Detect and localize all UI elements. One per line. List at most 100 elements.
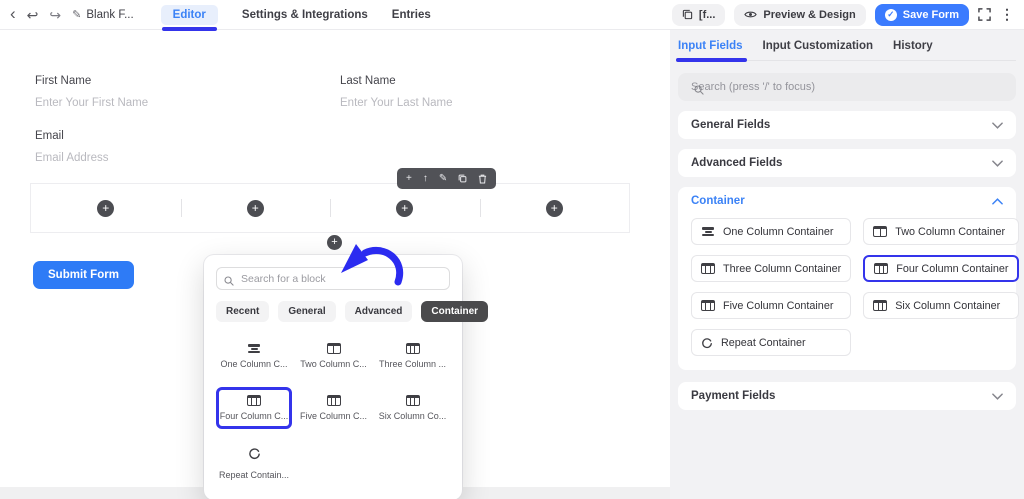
section-advanced-fields: Advanced Fields xyxy=(678,149,1016,177)
item-four-column-container[interactable]: Four Column Container xyxy=(863,255,1020,282)
section-container: Container One Column Container Two Colum… xyxy=(678,187,1020,370)
field-label: Last Name xyxy=(340,75,396,87)
category-container[interactable]: Container xyxy=(421,301,489,322)
category-general[interactable]: General xyxy=(278,301,336,322)
tab-editor[interactable]: Editor xyxy=(160,4,218,31)
chevron-up-icon xyxy=(992,197,1003,205)
chevron-down-icon xyxy=(992,392,1003,400)
block-grid: One Column C... Two Column C... Three Co… xyxy=(216,335,450,488)
preview-design-label: Preview & Design xyxy=(763,8,856,21)
delete-icon[interactable] xyxy=(478,174,487,184)
redo-icon[interactable]: ↪ xyxy=(49,8,61,22)
add-field-icon[interactable]: + xyxy=(97,199,115,217)
one-column-icon xyxy=(247,343,261,354)
copy-icon xyxy=(682,9,693,20)
one-column-icon xyxy=(701,226,715,237)
tab-history[interactable]: History xyxy=(893,40,933,52)
container-column-2: + xyxy=(180,184,331,232)
field-placeholder: Enter Your First Name xyxy=(35,97,149,109)
field-email[interactable]: Email Email Address xyxy=(35,130,305,164)
item-six-column-container[interactable]: Six Column Container xyxy=(863,292,1020,319)
container-column-3: + xyxy=(330,184,480,232)
top-toolbar: ‹ ↩ ↪ ✎ Blank F... Editor Settings & Int… xyxy=(0,0,1024,31)
four-column-container-row: + + + + xyxy=(30,183,630,233)
edit-title-icon[interactable]: ✎ xyxy=(72,8,81,21)
add-icon[interactable]: + xyxy=(406,173,412,184)
submit-form-button[interactable]: Submit Form xyxy=(33,261,134,289)
eye-icon xyxy=(744,11,758,18)
general-fields-header[interactable]: General Fields xyxy=(691,111,1003,139)
block-three-column[interactable]: Three Column ... xyxy=(375,335,450,377)
chevron-down-icon xyxy=(992,121,1003,129)
container-hover-toolbar: + ↑ ✎ xyxy=(397,168,497,189)
block-four-column[interactable]: Four Column C... xyxy=(216,387,293,429)
more-options-icon[interactable]: ⋮ xyxy=(1000,6,1014,23)
block-six-column[interactable]: Six Column Co... xyxy=(375,387,450,429)
tab-input-customization[interactable]: Input Customization xyxy=(763,40,874,52)
shortcode-button[interactable]: [f... xyxy=(671,3,726,26)
container-column-1: + xyxy=(31,184,181,232)
move-up-icon[interactable]: ↑ xyxy=(423,173,428,184)
three-column-icon xyxy=(701,263,715,274)
item-three-column-container[interactable]: Three Column Container xyxy=(691,255,852,282)
container-header[interactable]: Container xyxy=(691,187,1003,215)
item-repeat-container[interactable]: Repeat Container xyxy=(691,329,852,356)
right-sidebar: Input Fields Input Customization History… xyxy=(670,30,1024,499)
field-placeholder: Email Address xyxy=(35,152,109,164)
two-column-icon xyxy=(326,343,341,354)
repeat-icon xyxy=(248,447,261,465)
search-icon xyxy=(224,273,234,291)
preview-design-button[interactable]: Preview & Design xyxy=(734,3,866,26)
editor-tabs: Editor Settings & Integrations Entries xyxy=(160,4,431,31)
undo-icon[interactable]: ↩ xyxy=(27,8,39,22)
block-five-column[interactable]: Five Column C... xyxy=(296,387,371,429)
add-field-icon[interactable]: + xyxy=(246,199,264,217)
payment-fields-header[interactable]: Payment Fields xyxy=(691,382,1003,410)
item-five-column-container[interactable]: Five Column Container xyxy=(691,292,852,319)
block-repeat-container[interactable]: Repeat Contain... xyxy=(216,439,292,488)
field-label: Email xyxy=(35,130,64,142)
five-column-icon xyxy=(326,395,341,406)
tab-entries[interactable]: Entries xyxy=(392,5,431,25)
five-column-icon xyxy=(701,300,715,311)
field-last-name[interactable]: Last Name Enter Your Last Name xyxy=(340,75,610,109)
six-column-icon xyxy=(873,300,888,311)
four-column-icon xyxy=(874,263,889,274)
item-two-column-container[interactable]: Two Column Container xyxy=(863,218,1020,245)
advanced-fields-header[interactable]: Advanced Fields xyxy=(691,149,1003,177)
fullscreen-icon[interactable] xyxy=(978,8,991,21)
duplicate-icon[interactable] xyxy=(458,174,467,183)
edit-icon[interactable]: ✎ xyxy=(439,173,447,184)
block-two-column[interactable]: Two Column C... xyxy=(296,335,371,377)
field-label: First Name xyxy=(35,75,92,87)
add-field-icon[interactable]: + xyxy=(396,199,414,217)
save-form-button[interactable]: ✓ Save Form xyxy=(874,3,969,26)
block-category-tabs: Recent General Advanced Container xyxy=(216,301,489,322)
back-icon[interactable]: ‹ xyxy=(10,5,16,22)
save-form-label: Save Form xyxy=(902,8,959,21)
shortcode-label: [f... xyxy=(698,8,716,21)
tab-input-fields[interactable]: Input Fields xyxy=(676,40,747,62)
category-advanced[interactable]: Advanced xyxy=(344,301,413,322)
section-general-fields: General Fields xyxy=(678,111,1016,139)
field-placeholder: Enter Your Last Name xyxy=(340,97,453,109)
sidebar-search-input[interactable] xyxy=(678,73,1016,101)
six-column-icon xyxy=(405,395,420,406)
category-recent[interactable]: Recent xyxy=(216,301,270,322)
four-column-icon xyxy=(247,395,262,406)
two-column-icon xyxy=(873,226,888,237)
tab-settings-integrations[interactable]: Settings & Integrations xyxy=(242,5,368,25)
three-column-icon xyxy=(405,343,420,354)
chevron-down-icon xyxy=(992,159,1003,167)
block-one-column[interactable]: One Column C... xyxy=(216,335,292,377)
field-first-name[interactable]: First Name Enter Your First Name xyxy=(35,75,305,109)
container-items: One Column Container Two Column Containe… xyxy=(691,215,1020,370)
form-title[interactable]: ✎ Blank F... xyxy=(72,8,134,22)
add-field-icon[interactable]: + xyxy=(545,199,563,217)
item-one-column-container[interactable]: One Column Container xyxy=(691,218,852,245)
block-picker-popup: Recent General Advanced Container One Co… xyxy=(204,255,489,499)
add-block-icon[interactable]: + xyxy=(327,235,342,250)
check-icon: ✓ xyxy=(884,8,897,21)
container-column-4: + xyxy=(479,184,630,232)
block-search-input[interactable] xyxy=(216,267,450,290)
